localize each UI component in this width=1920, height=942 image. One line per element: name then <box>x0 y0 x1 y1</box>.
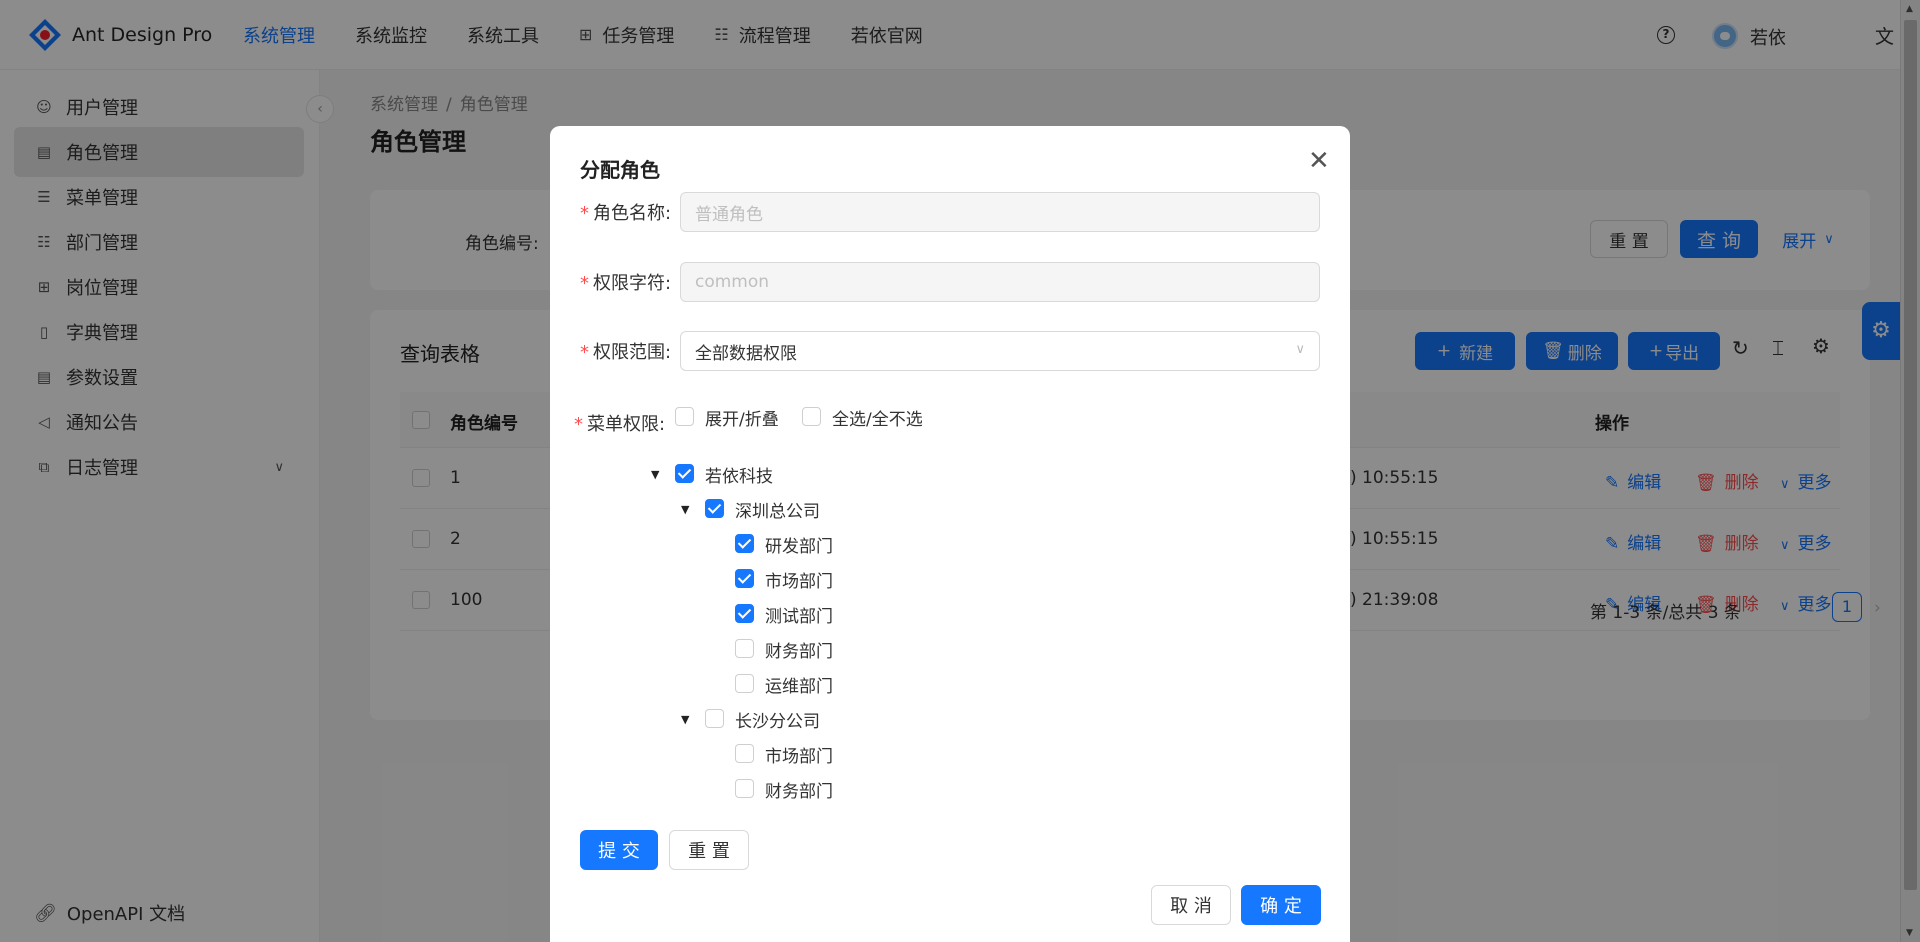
data-scope-select[interactable]: 全部数据权限 ∨ <box>680 331 1320 371</box>
tree-node-label[interactable]: 财务部门 <box>765 637 833 662</box>
role-name-input[interactable]: 普通角色 <box>680 192 1320 232</box>
submit-label: 提 交 <box>598 841 640 862</box>
ok-button[interactable]: 确 定 <box>1241 885 1321 925</box>
tree-node-label[interactable]: 深圳总公司 <box>735 497 820 522</box>
tree-node-label[interactable]: 财务部门 <box>765 777 833 802</box>
select-all-checkbox[interactable] <box>802 407 821 426</box>
tree-caret-down-icon[interactable]: ▼ <box>681 503 689 516</box>
tree-node-checkbox[interactable] <box>735 674 754 693</box>
tree-node-label[interactable]: 长沙分公司 <box>735 707 820 732</box>
role-key-label: * 权限字符: <box>580 273 672 294</box>
expand-collapse-label: 展开/折叠 <box>705 410 779 430</box>
role-name-label: * 角色名称: <box>580 203 672 224</box>
tree-node-checkbox[interactable] <box>735 534 754 553</box>
cancel-label: 取 消 <box>1170 896 1212 917</box>
tree-node-checkbox[interactable] <box>735 779 754 798</box>
tree-node-checkbox[interactable] <box>735 604 754 623</box>
tree-node-checkbox[interactable] <box>705 709 724 728</box>
tree-node-checkbox[interactable] <box>735 569 754 588</box>
tree-node-label[interactable]: 若依科技 <box>705 462 773 487</box>
tree-node-checkbox[interactable] <box>735 744 754 763</box>
ok-label: 确 定 <box>1260 896 1302 917</box>
menu-perm-label: * 菜单权限: <box>574 414 666 435</box>
data-scope-label: * 权限范围: <box>580 342 672 363</box>
tree-node-label[interactable]: 研发部门 <box>765 532 833 557</box>
modal-title: 分配角色 <box>580 158 660 182</box>
tree-caret-down-icon[interactable]: ▼ <box>681 713 689 726</box>
tree-node-label[interactable]: 市场部门 <box>765 742 833 767</box>
role-key-input[interactable]: common <box>680 262 1320 302</box>
form-reset-button[interactable]: 重 置 <box>669 830 749 870</box>
close-icon[interactable]: ✕ <box>1308 146 1330 176</box>
chevron-down-icon: ∨ <box>1295 342 1305 357</box>
form-reset-label: 重 置 <box>688 841 730 862</box>
expand-collapse-checkbox[interactable] <box>675 407 694 426</box>
select-all-label: 全选/全不选 <box>832 410 923 430</box>
tree-caret-down-icon[interactable]: ▼ <box>651 468 659 481</box>
tree-node-checkbox[interactable] <box>735 639 754 658</box>
tree-node-label[interactable]: 运维部门 <box>765 672 833 697</box>
submit-button[interactable]: 提 交 <box>580 830 658 870</box>
tree-node-label[interactable]: 市场部门 <box>765 567 833 592</box>
tree-node-checkbox[interactable] <box>705 499 724 518</box>
cancel-button[interactable]: 取 消 <box>1151 885 1231 925</box>
tree-node-checkbox[interactable] <box>675 464 694 483</box>
assign-role-modal: 分配角色 ✕ * 角色名称: 普通角色 * 权限字符: common * 权限范围: … <box>550 126 1350 942</box>
tree-node-label[interactable]: 测试部门 <box>765 602 833 627</box>
